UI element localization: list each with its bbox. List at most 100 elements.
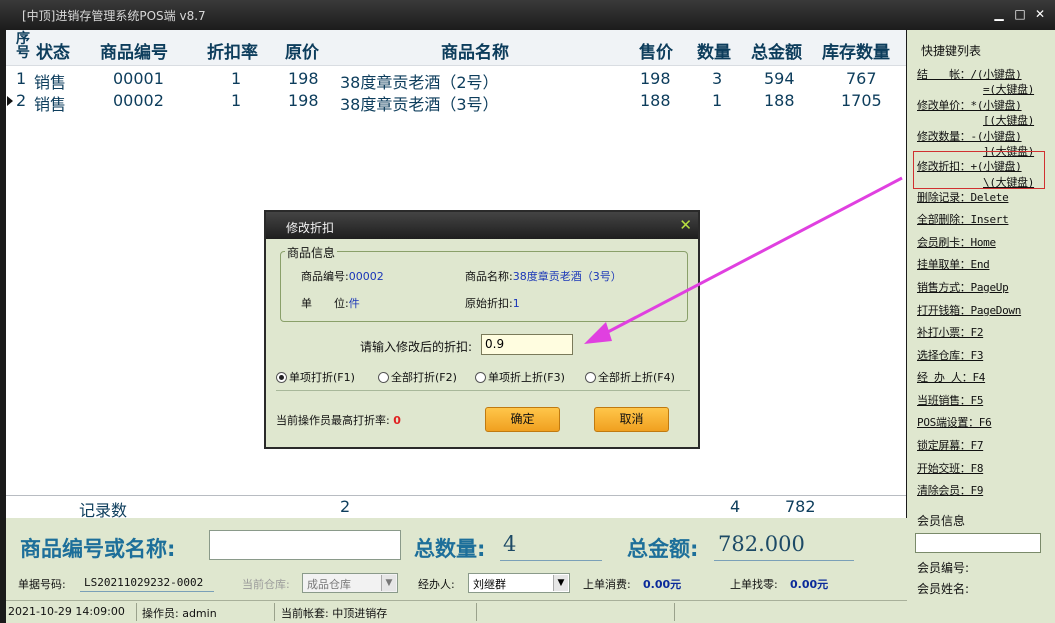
max-rate-label: 当前操作员最高打折率:	[276, 414, 390, 427]
table-row[interactable]: 2 销售 00002 1 198 38度章贡老酒（3号） 188 1 188 1…	[6, 90, 906, 114]
shortcut-hold-order[interactable]: 挂单取单：End	[917, 256, 990, 272]
shortcut-edit-discount-alt[interactable]: \(大键盘)	[983, 174, 1034, 190]
bottom-panel: 商品编号或名称: 总数量: 4 总金额: 782.000 单据号码: LS202…	[6, 518, 907, 600]
total-amount-label: 总金额:	[627, 537, 699, 561]
last-change-value: 0.00元	[790, 578, 829, 591]
code-value: 00002	[348, 270, 384, 283]
footer-qty-total: 4	[730, 497, 741, 516]
shortcut-handler[interactable]: 经 办 人：F4	[917, 369, 985, 385]
shortcut-cash-drawer[interactable]: 打开钱箱：PageDown	[917, 302, 1021, 318]
shortcut-warehouse[interactable]: 选择仓库：F3	[917, 347, 983, 363]
col-stock: 库存数量	[822, 43, 890, 63]
shortcut-edit-qty[interactable]: 修改数量：-(小键盘)	[917, 128, 1022, 144]
name-value: 38度章贡老酒（3号）	[512, 270, 622, 283]
shortcut-member-card[interactable]: 会员刷卡：Home	[917, 234, 996, 250]
operator-select[interactable]: 刘继群 ▼	[468, 573, 570, 593]
dialog-title: 修改折扣	[286, 221, 335, 235]
table-row[interactable]: 1 销售 00001 1 198 38度章贡老酒（2号） 198 3 594 7…	[6, 68, 906, 92]
status-bar: 2021-10-29 14:09:00 操作员: admin 当前帐套: 中顶进…	[6, 600, 907, 623]
warehouse-label: 当前仓库:	[242, 578, 290, 591]
total-qty-label: 总数量:	[414, 537, 486, 561]
title-bar: [中顶]进销存管理系统POS端 v8.7 ▁ □ ✕	[0, 0, 1055, 30]
col-status: 状态	[36, 43, 70, 63]
total-amount-value: 782.000	[718, 532, 805, 556]
product-info-group: 商品信息 商品编号:00002 商品名称:38度章贡老酒（3号） 单 位:件 原…	[280, 244, 688, 322]
shortcut-delete[interactable]: 删除记录：Delete	[917, 189, 1009, 205]
orig-discount-label: 原始折扣:	[465, 297, 513, 310]
discount-dialog: 修改折扣 ✕ 商品信息 商品编号:00002 商品名称:38度章贡老酒（3号） …	[264, 210, 700, 449]
col-orig-price: 原价	[285, 43, 319, 63]
code-label: 商品编号:	[301, 270, 349, 283]
radio-single-discount[interactable]: 单项打折(F1)	[276, 369, 355, 385]
col-name: 商品名称	[441, 43, 509, 63]
total-qty-value: 4	[503, 532, 517, 556]
orig-discount-value: 1	[512, 297, 520, 310]
col-qty: 数量	[697, 43, 731, 63]
maximize-icon[interactable]: □	[1013, 6, 1027, 22]
member-input[interactable]	[915, 533, 1041, 553]
radio-single-stacked[interactable]: 单项折上折(F3)	[475, 369, 565, 385]
discount-input[interactable]: 0.9	[481, 334, 573, 355]
shortcut-checkout-alt[interactable]: =(大键盘)	[983, 81, 1034, 97]
unit-value: 件	[348, 297, 360, 310]
member-name-label: 会员姓名:	[917, 582, 970, 596]
shortcut-lock-screen[interactable]: 锁定屏幕：F7	[917, 437, 983, 453]
window-title: [中顶]进销存管理系统POS端 v8.7	[22, 9, 206, 23]
col-seq: 序号	[16, 31, 30, 61]
status-operator: 操作员: admin	[142, 607, 217, 620]
last-change-label: 上单找零:	[730, 578, 778, 591]
close-icon[interactable]: ✕	[1033, 6, 1047, 22]
unit-label: 单 位:	[301, 297, 349, 310]
row-pointer-icon	[7, 96, 13, 106]
grid-header: 序号 状态 商品编号 折扣率 原价 商品名称 售价 数量 总金额 库存数量	[6, 30, 906, 66]
shortcut-edit-price-alt[interactable]: [(大键盘)	[983, 112, 1034, 128]
shortcut-checkout[interactable]: 结 帐：/(小键盘)	[917, 66, 1022, 82]
shortcut-sale-mode[interactable]: 销售方式：PageUp	[917, 279, 1009, 295]
col-discount: 折扣率	[207, 43, 258, 63]
shortcut-title: 快捷键列表	[921, 44, 982, 58]
last-spend-value: 0.00元	[643, 578, 682, 591]
minimize-icon[interactable]: ▁	[992, 6, 1006, 22]
status-account: 当前帐套: 中顶进销存	[281, 607, 388, 620]
chevron-down-icon: ▼	[381, 575, 396, 591]
total-amount-underline	[714, 560, 854, 561]
grid-footer: 记录数 2 4 782	[6, 495, 906, 520]
warehouse-select: 成品仓库 ▼	[302, 573, 398, 593]
search-label: 商品编号或名称:	[20, 537, 176, 561]
order-no-label: 单据号码:	[18, 578, 66, 591]
search-input[interactable]	[209, 530, 401, 560]
order-no-value: LS20211029232-0002	[84, 576, 204, 589]
order-no-underline	[80, 591, 214, 592]
shortcut-handover[interactable]: 开始交班：F8	[917, 460, 983, 476]
cancel-button[interactable]: 取消	[594, 407, 669, 432]
total-qty-underline	[500, 560, 602, 561]
member-info-label: 会员信息	[917, 514, 966, 528]
max-rate-value: 0	[393, 414, 401, 427]
shortcut-reprint[interactable]: 补打小票：F2	[917, 324, 983, 340]
col-amount: 总金额	[751, 43, 802, 63]
member-no-label: 会员编号:	[917, 561, 970, 575]
operator-label: 经办人:	[418, 578, 455, 591]
close-icon[interactable]: ✕	[679, 216, 692, 234]
record-count: 2	[340, 497, 351, 516]
col-code: 商品编号	[100, 43, 168, 63]
status-datetime: 2021-10-29 14:09:00	[8, 605, 125, 618]
col-price: 售价	[639, 43, 673, 63]
dialog-title-bar: 修改折扣 ✕	[266, 212, 698, 239]
shortcut-edit-discount[interactable]: 修改折扣：+(小键盘)	[917, 158, 1022, 174]
shortcut-shift-sales[interactable]: 当班销售：F5	[917, 392, 983, 408]
shortcut-pos-settings[interactable]: POS端设置：F6	[917, 414, 992, 430]
shortcut-edit-price[interactable]: 修改单价：*(小键盘)	[917, 97, 1022, 113]
chevron-down-icon[interactable]: ▼	[553, 575, 568, 591]
name-label: 商品名称:	[465, 270, 513, 283]
ok-button[interactable]: 确定	[485, 407, 560, 432]
shortcut-panel: 快捷键列表 结 帐：/(小键盘) =(大键盘) 修改单价：*(小键盘) [(大键…	[907, 30, 1055, 623]
discount-prompt: 请输入修改后的折扣:	[360, 340, 473, 354]
group-title: 商品信息	[285, 244, 338, 261]
radio-all-discount[interactable]: 全部打折(F2)	[378, 369, 457, 385]
last-spend-label: 上单消费:	[583, 578, 631, 591]
shortcut-delete-all[interactable]: 全部删除：Insert	[917, 211, 1009, 227]
footer-amount-total: 782	[785, 497, 816, 516]
shortcut-clear-member[interactable]: 清除会员：F9	[917, 482, 983, 498]
radio-all-stacked[interactable]: 全部折上折(F4)	[585, 369, 675, 385]
